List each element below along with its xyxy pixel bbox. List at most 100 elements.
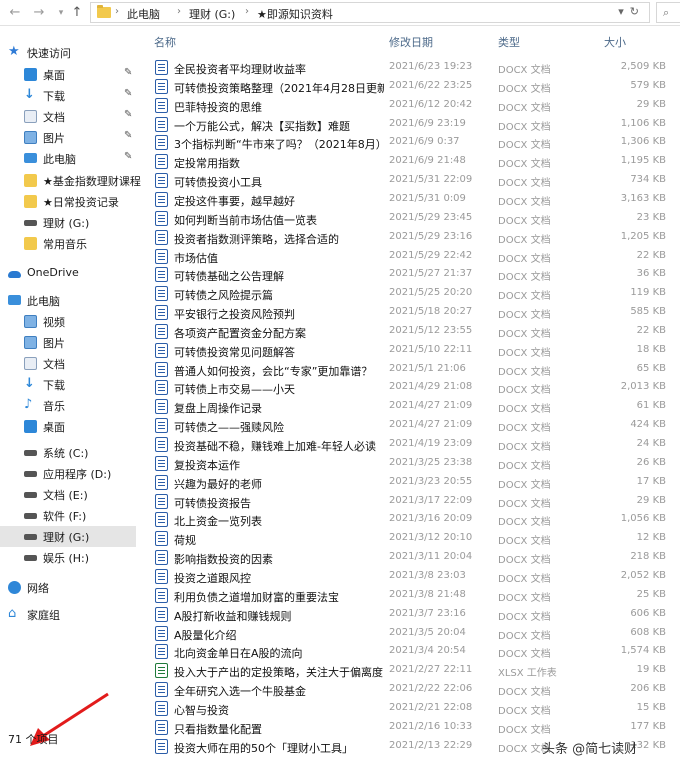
breadcrumb-this-pc[interactable]: 此电脑 [127,6,160,22]
file-type: DOCX 文档 [498,592,551,604]
file-row[interactable]: 定投常用指数 2021/6/9 21:48 DOCX 文档 1,195 KB [146,152,680,171]
file-row[interactable]: 全民投资者平均理财收益率 2021/6/23 19:23 DOCX 文档 2,509 … [146,58,680,77]
star-icon: ★ [8,44,20,59]
file-row[interactable]: 可转债上市交易——小天 2021/4/29 21:08 DOCX 文档 2,013 K… [146,378,680,397]
homegroup-icon: ⌂ [8,606,17,621]
file-row[interactable]: 可转债投资报告 2021/3/17 22:09 DOCX 文档 29 KB [146,492,680,511]
dropdown-chevron-icon[interactable]: ▾ [618,5,630,18]
drive-icon [24,534,37,540]
sidebar-item[interactable]: 系统 (C:) [0,442,136,463]
sidebar-item[interactable]: 此电脑 [0,290,136,311]
breadcrumb-current-folder[interactable]: ★即源知识资料 [257,6,333,22]
file-modified-date: 2021/4/29 21:08 [389,381,473,393]
file-size: 579 KB [630,79,666,91]
file-row[interactable]: 复盘上周操作记录 2021/4/27 21:09 DOCX 文档 61 KB [146,397,680,416]
file-name: 如何判断当前市场估值一览表 [174,213,317,227]
file-row[interactable]: 投资之道跟风控 2021/3/8 23:03 DOCX 文档 2,052 KB [146,567,680,586]
breadcrumb-drive-g[interactable]: 理财 (G:) [189,6,235,22]
sidebar-item[interactable]: ♪ 音乐 [0,395,136,416]
file-row[interactable]: 影响指数投资的因素 2021/3/11 20:04 DOCX 文档 218 KB [146,548,680,567]
file-row[interactable]: 如何判断当前市场估值一览表 2021/5/29 23:45 DOCX 文档 23 KB [146,209,680,228]
file-modified-date: 2021/4/27 21:09 [389,419,473,431]
file-type: DOCX 文档 [498,121,551,133]
file-row[interactable]: 可转债投资策略整理（2021年4月28日更新） 2021/6/22 23:25 DO… [146,77,680,96]
column-header-date[interactable]: 修改日期 [389,34,433,50]
file-row[interactable]: 可转债投资小工具 2021/5/31 22:09 DOCX 文档 734 KB [146,171,680,190]
file-row[interactable]: 普通人如何投资，会比“专家”更加靠谱？ 2021/5/1 21:06 DOCX 文档… [146,360,680,379]
sidebar-item[interactable]: 桌面 ✎ [0,64,136,85]
file-row[interactable]: 可转债之风险提示篇 2021/5/25 20:20 DOCX 文档 119 KB [146,284,680,303]
sidebar-item[interactable]: 视频 [0,311,136,332]
file-type: DOCX 文档 [498,460,551,472]
sidebar-item[interactable]: 软件 (F:) [0,505,136,526]
sidebar-item-label: 理财 (G:) [43,217,90,230]
forward-arrow-icon[interactable]: → [30,4,48,22]
column-header-name[interactable]: 名称 [154,34,176,50]
file-row[interactable]: 巴菲特投资的思维 2021/6/12 20:42 DOCX 文档 29 KB [146,96,680,115]
file-row[interactable]: 全年研究入选一个牛股基金 2021/2/22 22:06 DOCX 文档 206 KB [146,680,680,699]
file-row[interactable]: 各项资产配置资金分配方案 2021/5/12 23:55 DOCX 文档 22 KB [146,322,680,341]
file-type: DOCX 文档 [498,366,551,378]
sidebar-item[interactable]: ↓ 下载 ✎ [0,85,136,106]
sidebar-item-label: 此电脑 [43,153,76,166]
file-row[interactable]: A股量化介绍 2021/3/5 20:04 DOCX 文档 608 KB [146,624,680,643]
file-modified-date: 2021/5/27 21:37 [389,268,473,280]
file-row[interactable]: 兴趣为最好的老师 2021/3/23 20:55 DOCX 文档 17 KB [146,473,680,492]
sidebar-item[interactable]: ↓ 下载 [0,374,136,395]
up-arrow-icon[interactable]: ↑ [68,4,86,22]
file-row[interactable]: A股打新收益和赚钱规则 2021/3/7 23:16 DOCX 文档 606 KB [146,605,680,624]
file-size: 1,574 KB [620,645,666,657]
file-modified-date: 2021/5/10 22:11 [389,343,473,355]
sidebar-item[interactable]: 此电脑 ✎ [0,148,136,169]
sidebar-item[interactable]: 文档 ✎ [0,106,136,127]
sidebar-item[interactable]: OneDrive [0,263,136,284]
sidebar-item[interactable]: 理财 (G:) [0,212,136,233]
file-row[interactable]: 可转债基础之公告理解 2021/5/27 21:37 DOCX 文档 36 KB [146,265,680,284]
file-row[interactable]: 定投这件事要，越早越好 2021/5/31 0:09 DOCX 文档 3,163 KB [146,190,680,209]
sidebar-item[interactable]: 理财 (G:) [0,526,136,547]
word-file-icon [155,60,168,75]
sidebar-item[interactable]: ★基金指数理财课程 [0,170,141,191]
word-file-icon [155,455,168,471]
sidebar-item[interactable]: 文档 (E:) [0,484,136,505]
sidebar-item[interactable]: 网络 [0,577,136,598]
sidebar-item[interactable]: ★ 快速访问 [0,42,136,63]
column-header-size[interactable]: 大小 [604,34,626,50]
word-file-icon [155,512,168,528]
sidebar-item[interactable]: 文档 [0,353,136,374]
sidebar-item[interactable]: 娱乐 (H:) [0,547,136,568]
sidebar-item[interactable]: 图片 [0,332,136,353]
sidebar-item[interactable]: ★日常投资记录 [0,191,136,212]
sidebar-item[interactable]: 应用程序 (D:) [0,463,136,484]
file-row[interactable]: 可转债之——强赎风险 2021/4/27 21:09 DOCX 文档 424 KB [146,416,680,435]
file-row[interactable]: 荷规 2021/3/12 20:10 DOCX 文档 12 KB [146,529,680,548]
file-row[interactable]: 投入大于产出的定投策略，关注大于偏离度 2021/2/27 22:11 XLSX 工… [146,661,680,680]
file-row[interactable]: 只看指数量化配置 2021/2/16 10:33 DOCX 文档 177 KB [146,718,680,737]
back-arrow-icon[interactable]: ← [6,4,24,22]
sidebar-item[interactable]: 图片 ✎ [0,127,136,148]
sidebar-item[interactable]: 常用音乐 [0,233,136,254]
file-row[interactable]: 利用负债之道增加财富的重要法宝 2021/3/8 21:48 DOCX 文档 25 K… [146,586,680,605]
file-row[interactable]: 市场估值 2021/5/29 22:42 DOCX 文档 22 KB [146,247,680,266]
sidebar-item[interactable]: ⌂ 家庭组 [0,604,136,625]
file-name: 市场估值 [174,251,218,265]
file-row[interactable]: 可转债投资常见问题解答 2021/5/10 22:11 DOCX 文档 18 KB [146,341,680,360]
search-input[interactable]: ⌕ [656,2,680,23]
column-header-type[interactable]: 类型 [498,34,520,50]
file-row[interactable]: 一个万能公式，解决【买指数】难题 2021/6/9 23:19 DOCX 文档 1,1… [146,115,680,134]
file-size: 606 KB [630,607,666,619]
file-row[interactable]: 平安银行之投资风险预判 2021/5/18 20:27 DOCX 文档 585 KB [146,303,680,322]
file-row[interactable]: 投资者指数测评策略，选择合适的 2021/5/29 23:16 DOCX 文档 1,2… [146,228,680,247]
file-row[interactable]: 复投资本运作 2021/3/25 23:38 DOCX 文档 26 KB [146,454,680,473]
file-row[interactable]: 北上资金一览列表 2021/3/16 20:09 DOCX 文档 1,056 KB [146,510,680,529]
file-type: DOCX 文档 [498,328,551,340]
breadcrumb-separator: › [115,6,119,17]
file-row[interactable]: 投资基础不稳，赚钱难上加难-年轻人必读 2021/4/19 23:09 DOCX 文… [146,435,680,454]
file-row[interactable]: 北向资金单日在A股的流向 2021/3/4 20:54 DOCX 文档 1,574 K… [146,642,680,661]
file-row[interactable]: 3个指标判断“牛市来了吗？（2021年8月） 2021/6/9 0:37 DOCX … [146,133,680,152]
file-row[interactable]: 心智与投资 2021/2/21 22:08 DOCX 文档 15 KB [146,699,680,718]
refresh-icon[interactable]: ↻ [630,5,645,18]
sidebar-item[interactable]: 桌面 [0,416,136,437]
file-name: 投资之道跟风控 [174,571,251,585]
breadcrumb[interactable]: › 此电脑 › 理财 (G:) › ★即源知识资料 ▾↻ [90,2,650,23]
